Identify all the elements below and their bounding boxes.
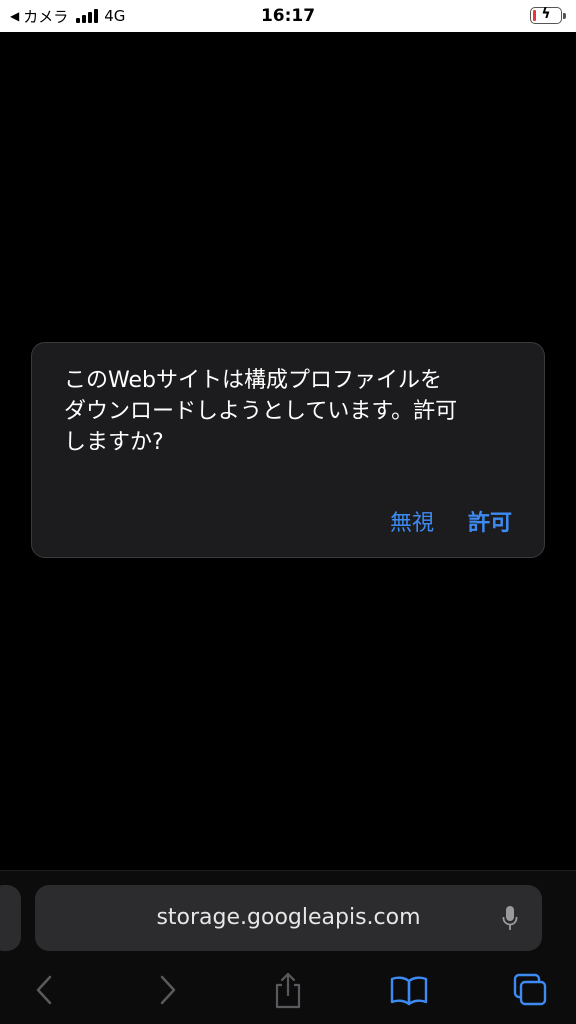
ignore-button[interactable]: 無視 xyxy=(390,505,434,537)
share-button[interactable] xyxy=(263,967,313,1013)
address-bar[interactable]: storage.googleapis.com xyxy=(35,885,542,951)
alert-message-line: このWebサイトは構成プロファイルを xyxy=(64,368,442,393)
profile-download-alert: このWebサイトは構成プロファイルを ダウンロードしようとしています。許可 しま… xyxy=(31,342,545,558)
forward-icon xyxy=(160,975,176,1005)
alert-message-line: しますか? xyxy=(64,430,164,455)
forward-button[interactable] xyxy=(143,967,193,1013)
battery-icon: ϟ xyxy=(530,6,566,24)
alert-message-line: ダウンロードしようとしています。許可 xyxy=(64,399,458,424)
charging-bolt-icon: ϟ xyxy=(541,6,551,22)
alert-actions: 無視 許可 xyxy=(390,505,512,537)
status-bar: ◀ カメラ 4G 16:17 ϟ xyxy=(0,0,576,32)
tabs-button[interactable] xyxy=(505,967,555,1013)
tabs-icon xyxy=(513,973,547,1006)
back-icon xyxy=(36,975,52,1005)
microphone-icon[interactable] xyxy=(502,905,518,933)
bookmarks-button[interactable] xyxy=(384,967,434,1013)
status-time: 16:17 xyxy=(260,6,316,26)
share-icon xyxy=(275,972,301,1009)
safari-bottom-bar: storage.googleapis.com xyxy=(0,870,576,1024)
bookmarks-icon xyxy=(390,976,428,1006)
back-button[interactable] xyxy=(19,967,69,1013)
previous-tab-peek[interactable] xyxy=(0,885,21,951)
alert-message: このWebサイトは構成プロファイルを ダウンロードしようとしています。許可 しま… xyxy=(64,365,514,458)
address-text: storage.googleapis.com xyxy=(156,905,421,930)
browser-toolbar xyxy=(0,967,576,1017)
allow-button[interactable]: 許可 xyxy=(468,505,512,537)
